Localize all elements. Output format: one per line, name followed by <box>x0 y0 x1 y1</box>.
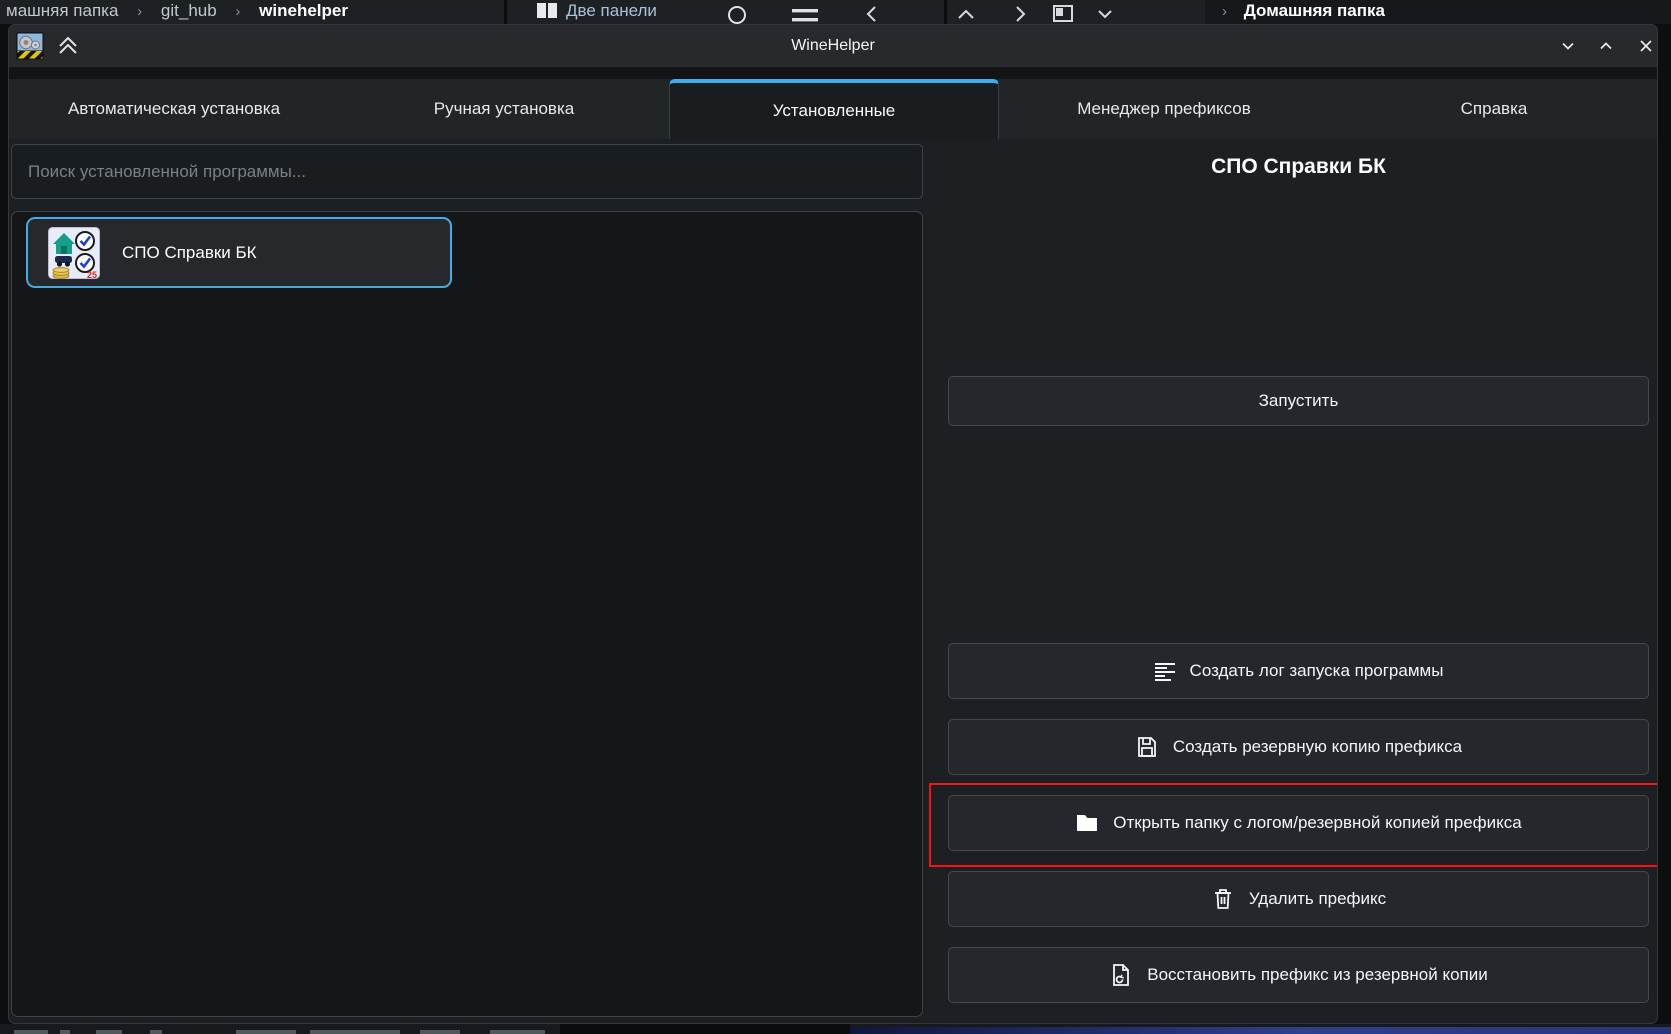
back-icon[interactable] <box>864 3 880 23</box>
svg-text:25: 25 <box>87 270 97 279</box>
breadcrumb[interactable]: машняя папка › git_hub › winehelper <box>6 1 348 21</box>
search-input[interactable] <box>11 144 923 199</box>
tabbar-gap <box>9 67 1657 79</box>
create-log-button[interactable]: Создать лог запуска программы <box>948 643 1649 699</box>
panel-view-icon[interactable] <box>1052 3 1074 23</box>
tab-prefix-manager[interactable]: Менеджер префиксов <box>999 79 1329 139</box>
keep-above-icon[interactable] <box>56 37 80 55</box>
installed-programs-list: 25 СПО Справки БК <box>11 211 923 1017</box>
breadcrumb-chevron-icon: › <box>1222 3 1227 20</box>
document-restore-icon <box>1109 963 1133 987</box>
winehelper-window: WineHelper <box>8 24 1658 1024</box>
hamburger-menu-icon[interactable] <box>790 3 820 24</box>
breadcrumb-github[interactable]: git_hub <box>161 1 217 20</box>
tab-help[interactable]: Справка <box>1329 79 1658 139</box>
titlebar[interactable]: WineHelper <box>9 25 1657 67</box>
delete-prefix-button[interactable]: Удалить префикс <box>948 871 1649 927</box>
maximize-button[interactable] <box>1598 38 1614 54</box>
log-lines-icon <box>1154 660 1176 682</box>
program-name: СПО Справки БК <box>122 243 257 263</box>
up-icon[interactable] <box>956 3 976 23</box>
background-bottom-strip <box>0 1024 1671 1034</box>
tab-manual-install[interactable]: Ручная установка <box>339 79 669 139</box>
tab-installed[interactable]: Установленные <box>669 79 999 139</box>
breadcrumb-home[interactable]: машняя папка <box>6 1 118 20</box>
trash-icon <box>1211 887 1235 911</box>
tab-auto-install[interactable]: Автоматическая установка <box>9 79 339 139</box>
tab-bar: Автоматическая установка Ручная установк… <box>9 79 1657 139</box>
background-file-manager-toolbar: машняя папка › git_hub › winehelper Две … <box>0 0 1671 24</box>
close-button[interactable] <box>1638 38 1654 54</box>
bottom-strip-dark <box>560 1024 850 1034</box>
toolbar-divider <box>944 0 947 24</box>
right-breadcrumb[interactable]: › Домашняя папка <box>1222 1 1385 21</box>
breadcrumb-chevron-icon: › <box>137 3 142 20</box>
create-backup-button[interactable]: Создать резервную копию префикса <box>948 719 1649 775</box>
bottom-strip-blue-window <box>850 1027 1671 1034</box>
breadcrumb-winehelper[interactable]: winehelper <box>259 1 348 20</box>
open-folder-button[interactable]: Открыть папку с логом/резервной копией п… <box>948 795 1649 851</box>
dual-panel-button[interactable]: Две панели <box>536 1 657 21</box>
spravki-bk-program-icon: 25 <box>48 227 100 279</box>
toolbar-divider <box>504 0 507 24</box>
winehelper-gears-hazard-icon[interactable] <box>16 32 44 60</box>
window-title: WineHelper <box>9 25 1657 67</box>
list-item-program[interactable]: 25 СПО Справки БК <box>26 217 452 288</box>
folder-icon <box>1075 811 1099 835</box>
floppy-save-icon <box>1135 735 1159 759</box>
run-button[interactable]: Запустить <box>948 376 1649 426</box>
forward-icon[interactable] <box>1012 3 1028 23</box>
breadcrumb-chevron-icon: › <box>235 3 240 20</box>
search-icon[interactable] <box>726 3 748 24</box>
restore-prefix-button[interactable]: Восстановить префикс из резервной копии <box>948 947 1649 1003</box>
split-view-icon <box>536 1 558 21</box>
minimize-button[interactable] <box>1560 38 1576 54</box>
selected-program-title: СПО Справки БК <box>948 155 1649 179</box>
chevron-down-icon[interactable] <box>1096 3 1114 23</box>
